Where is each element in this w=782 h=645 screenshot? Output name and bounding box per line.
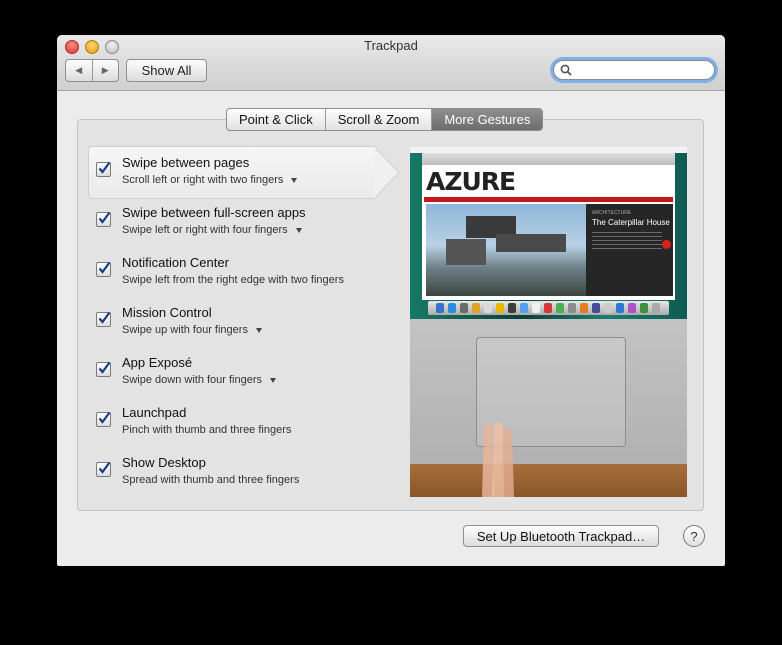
checkbox[interactable] [96, 361, 111, 377]
dock-app-icon [568, 303, 576, 313]
dock-app-icon [544, 303, 552, 313]
dock-app-icon [652, 303, 660, 313]
gesture-app-expose[interactable]: App Exposé Swipe down with four fingers [87, 347, 397, 397]
dock-app-icon [448, 303, 456, 313]
wooden-desk [410, 464, 687, 497]
gesture-show-desktop[interactable]: Show Desktop Spread with thumb and three… [87, 447, 397, 497]
checkmark-icon [98, 311, 111, 324]
dock-app-icon [496, 303, 504, 313]
dock-app-icon [436, 303, 444, 313]
checkmark-icon [98, 411, 111, 424]
dock-app-icon [508, 303, 516, 313]
gesture-title: Swipe between full-screen apps [122, 205, 306, 220]
checkmark-icon [98, 261, 111, 274]
tab-point-and-click[interactable]: Point & Click [227, 109, 326, 130]
gesture-launchpad[interactable]: Launchpad Pinch with thumb and three fin… [87, 397, 397, 447]
article-category: ARCHITECTURE [592, 210, 632, 216]
show-all-button[interactable]: Show All [126, 59, 207, 82]
back-forward-control: ◀ ▶ [65, 59, 119, 82]
gesture-description: Swipe up with four fingers [122, 324, 248, 336]
checkbox[interactable] [96, 161, 111, 177]
dock-app-icon [484, 303, 492, 313]
checkbox[interactable] [96, 411, 111, 427]
gesture-option-popup[interactable]: Swipe left or right with four fingers [122, 224, 302, 236]
gesture-option-popup[interactable]: Swipe up with four fingers [122, 324, 262, 336]
gesture-description: Pinch with thumb and three fingers [122, 424, 292, 436]
search-icon [560, 64, 572, 76]
gesture-title: Launchpad [122, 405, 187, 420]
dock-app-icon [628, 303, 636, 313]
titlebar: Trackpad ◀ ▶ Show All [57, 35, 725, 91]
tab-scroll-and-zoom[interactable]: Scroll & Zoom [326, 109, 433, 130]
dock-app-icon [472, 303, 480, 313]
checkmark-icon [98, 211, 111, 224]
dock-app-icon [460, 303, 468, 313]
gesture-notification-center[interactable]: Notification Center Swipe left from the … [87, 247, 397, 297]
gesture-description: Swipe left or right with four fingers [122, 224, 288, 236]
gesture-option-popup[interactable]: Scroll left or right with two fingers [122, 174, 298, 186]
gesture-description: Swipe left from the right edge with two … [122, 274, 344, 286]
dock-app-icon [592, 303, 600, 313]
trackpad-window: Trackpad ◀ ▶ Show All Point & Click Scro… [57, 35, 725, 566]
chevron-down-icon [270, 377, 277, 383]
forward-button[interactable]: ▶ [93, 60, 119, 81]
article-card: ARCHITECTURE The Caterpillar House [586, 204, 673, 296]
gesture-title: Mission Control [122, 305, 212, 320]
gesture-title: Swipe between pages [122, 155, 250, 170]
search-input[interactable] [576, 62, 710, 78]
article-headline: The Caterpillar House [592, 218, 670, 227]
dock-app-icon [556, 303, 564, 313]
help-button[interactable]: ? [683, 525, 705, 547]
hand-fingers-icon [482, 422, 514, 497]
window-title: Trackpad [364, 38, 418, 53]
preview-browser-toolbar [422, 153, 675, 165]
checkmark-icon [98, 361, 111, 374]
set-up-bluetooth-trackpad-button[interactable]: Set Up Bluetooth Trackpad… [463, 525, 659, 547]
dock-app-icon [520, 303, 528, 313]
gesture-option-popup[interactable]: Swipe down with four fingers [122, 374, 277, 386]
tab-bar: Point & Click Scroll & Zoom More Gesture… [226, 108, 544, 131]
site-nav-bar [424, 197, 673, 202]
gesture-description: Swipe down with four fingers [122, 374, 263, 386]
gesture-description: Spread with thumb and three fingers [122, 474, 300, 486]
dock-app-icon [604, 303, 612, 313]
preview-dock [428, 301, 669, 315]
gesture-title: Notification Center [122, 255, 229, 270]
dock-app-icon [532, 303, 540, 313]
checkmark-icon [98, 161, 111, 174]
gesture-description: Scroll left or right with two fingers [122, 174, 284, 186]
checkbox[interactable] [96, 311, 111, 327]
search-field[interactable] [553, 60, 715, 80]
gesture-preview-video: AZURE ARCHITECTURE The Caterpillar House [410, 147, 687, 497]
dock-app-icon [580, 303, 588, 313]
article-text-lines [592, 232, 662, 252]
checkbox[interactable] [96, 261, 111, 277]
gesture-title: App Exposé [122, 355, 193, 370]
chevron-down-icon [295, 227, 302, 233]
chevron-down-icon [291, 177, 298, 183]
gesture-swipe-between-full-screen-apps[interactable]: Swipe between full-screen apps Swipe lef… [87, 197, 397, 247]
tab-more-gestures[interactable]: More Gestures [432, 109, 543, 130]
dock-app-icon [616, 303, 624, 313]
checkbox[interactable] [96, 211, 111, 227]
container-block [496, 234, 566, 252]
container-block [446, 239, 486, 265]
dock-app-icon [640, 303, 648, 313]
chevron-down-icon [255, 327, 262, 333]
checkmark-icon [98, 461, 111, 474]
gesture-mission-control[interactable]: Mission Control Swipe up with four finge… [87, 297, 397, 347]
gesture-title: Show Desktop [122, 455, 206, 470]
back-button[interactable]: ◀ [66, 60, 93, 81]
preview-browser-window: AZURE ARCHITECTURE The Caterpillar House [422, 153, 675, 300]
checkbox[interactable] [96, 461, 111, 477]
site-logo: AZURE [426, 167, 516, 196]
preview-screen: AZURE ARCHITECTURE The Caterpillar House [410, 147, 687, 319]
gesture-swipe-between-pages[interactable]: Swipe between pages Scroll left or right… [87, 147, 397, 197]
hero-photo [426, 204, 586, 296]
next-arrow-icon [662, 240, 671, 249]
